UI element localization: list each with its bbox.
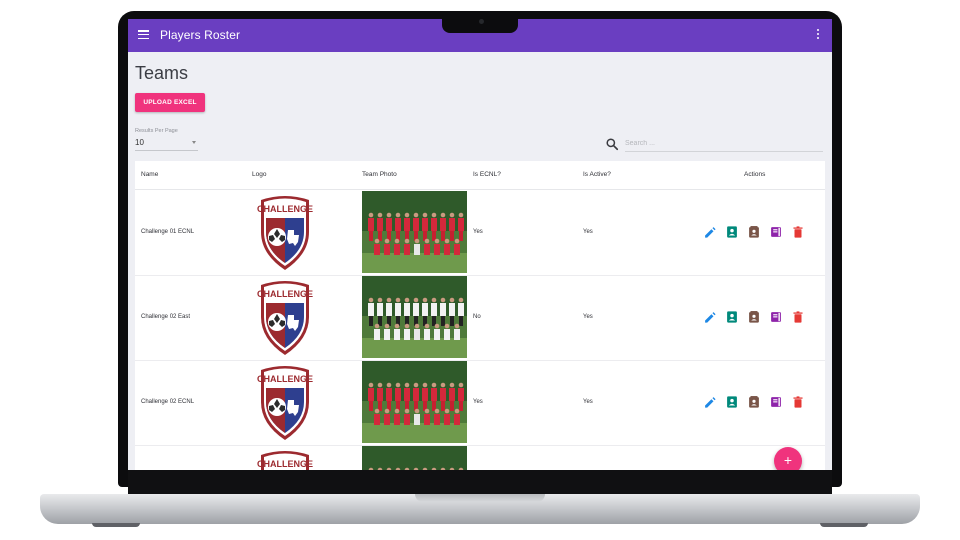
player-card-icon[interactable] <box>725 395 739 409</box>
more-vert-icon[interactable] <box>817 29 820 41</box>
team-photo <box>362 446 467 470</box>
player-card-icon[interactable] <box>725 225 739 239</box>
delete-icon[interactable] <box>791 395 805 409</box>
results-per-page-label: Results Per Page <box>135 128 178 134</box>
roster-icon[interactable] <box>747 225 761 239</box>
search-bar <box>605 136 824 152</box>
crest-wordmark: CHALLENGE <box>257 204 313 214</box>
search-input[interactable] <box>625 136 823 152</box>
chevron-down-icon <box>192 141 196 144</box>
roster-icon[interactable] <box>747 395 761 409</box>
upload-excel-button[interactable]: UPLOAD EXCEL <box>135 93 205 112</box>
team-logo: CHALLENGE <box>255 447 315 470</box>
team-photo-image <box>362 191 467 273</box>
team-photo-image <box>362 446 467 470</box>
is-ecnl-value: Yes <box>473 229 483 235</box>
challenge-crest-icon: CHALLENGE <box>257 451 313 470</box>
challenge-crest-icon: CHALLENGE <box>257 281 313 355</box>
teams-table: Name Logo Team Photo Is ECNL? Is Active?… <box>135 161 825 470</box>
team-name: Challenge 01 ECNL <box>141 229 195 235</box>
screen: Players Roster Teams UPLOAD EXCEL Result… <box>128 19 832 470</box>
team-photo <box>362 276 467 358</box>
page-title: Teams <box>135 63 189 83</box>
edit-icon[interactable] <box>703 225 717 239</box>
laptop-foot-left <box>92 523 140 527</box>
table-row[interactable]: Challenge 01 ECNL CHALLENGE Yes Yes <box>135 190 825 276</box>
column-header-team-photo[interactable]: Team Photo <box>362 171 397 178</box>
team-photo-image <box>362 276 467 358</box>
results-per-page-value: 10 <box>135 138 144 147</box>
book-icon[interactable] <box>769 395 783 409</box>
table-row[interactable]: CHALLENGE <box>135 445 825 470</box>
add-team-button[interactable]: + <box>774 447 802 470</box>
is-active-value: Yes <box>583 314 593 320</box>
laptop-chin <box>128 470 832 496</box>
table-header: Name Logo Team Photo Is ECNL? Is Active?… <box>135 161 825 190</box>
crest-wordmark: CHALLENGE <box>257 289 313 299</box>
search-icon[interactable] <box>605 137 619 151</box>
column-header-is-active[interactable]: Is Active? <box>583 171 611 178</box>
row-actions <box>703 310 813 324</box>
player-card-icon[interactable] <box>725 310 739 324</box>
book-icon[interactable] <box>769 310 783 324</box>
column-header-logo[interactable]: Logo <box>252 171 266 178</box>
column-header-name[interactable]: Name <box>141 171 158 178</box>
column-header-actions: Actions <box>744 171 766 178</box>
team-photo <box>362 191 467 273</box>
results-per-page-select[interactable]: 10 <box>135 137 198 151</box>
menu-icon[interactable] <box>138 30 149 40</box>
is-ecnl-value: Yes <box>473 399 483 405</box>
edit-icon[interactable] <box>703 395 717 409</box>
column-header-is-ecnl[interactable]: Is ECNL? <box>473 171 501 178</box>
roster-icon[interactable] <box>747 310 761 324</box>
delete-icon[interactable] <box>791 225 805 239</box>
table-row[interactable]: Challenge 02 East CHALLENGE No Yes <box>135 275 825 361</box>
camera-notch <box>442 11 518 33</box>
team-logo: CHALLENGE <box>255 192 315 272</box>
team-photo <box>362 361 467 443</box>
is-ecnl-value: No <box>473 314 481 320</box>
row-actions <box>703 225 813 239</box>
crest-wordmark: CHALLENGE <box>257 459 313 469</box>
laptop-opening-notch <box>415 494 545 502</box>
book-icon[interactable] <box>769 225 783 239</box>
team-photo-image <box>362 361 467 443</box>
delete-icon[interactable] <box>791 310 805 324</box>
team-name: Challenge 02 ECNL <box>141 399 195 405</box>
table-row[interactable]: Challenge 02 ECNL CHALLENGE Yes Yes <box>135 360 825 446</box>
row-actions <box>703 395 813 409</box>
challenge-crest-icon: CHALLENGE <box>257 196 313 270</box>
team-name: Challenge 02 East <box>141 314 191 320</box>
crest-wordmark: CHALLENGE <box>257 374 313 384</box>
team-logo: CHALLENGE <box>255 277 315 357</box>
edit-icon[interactable] <box>703 310 717 324</box>
is-active-value: Yes <box>583 399 593 405</box>
is-active-value: Yes <box>583 229 593 235</box>
camera-icon <box>479 19 484 24</box>
laptop-foot-right <box>820 523 868 527</box>
team-logo: CHALLENGE <box>255 362 315 442</box>
challenge-crest-icon: CHALLENGE <box>257 366 313 440</box>
app-title: Players Roster <box>160 28 241 42</box>
